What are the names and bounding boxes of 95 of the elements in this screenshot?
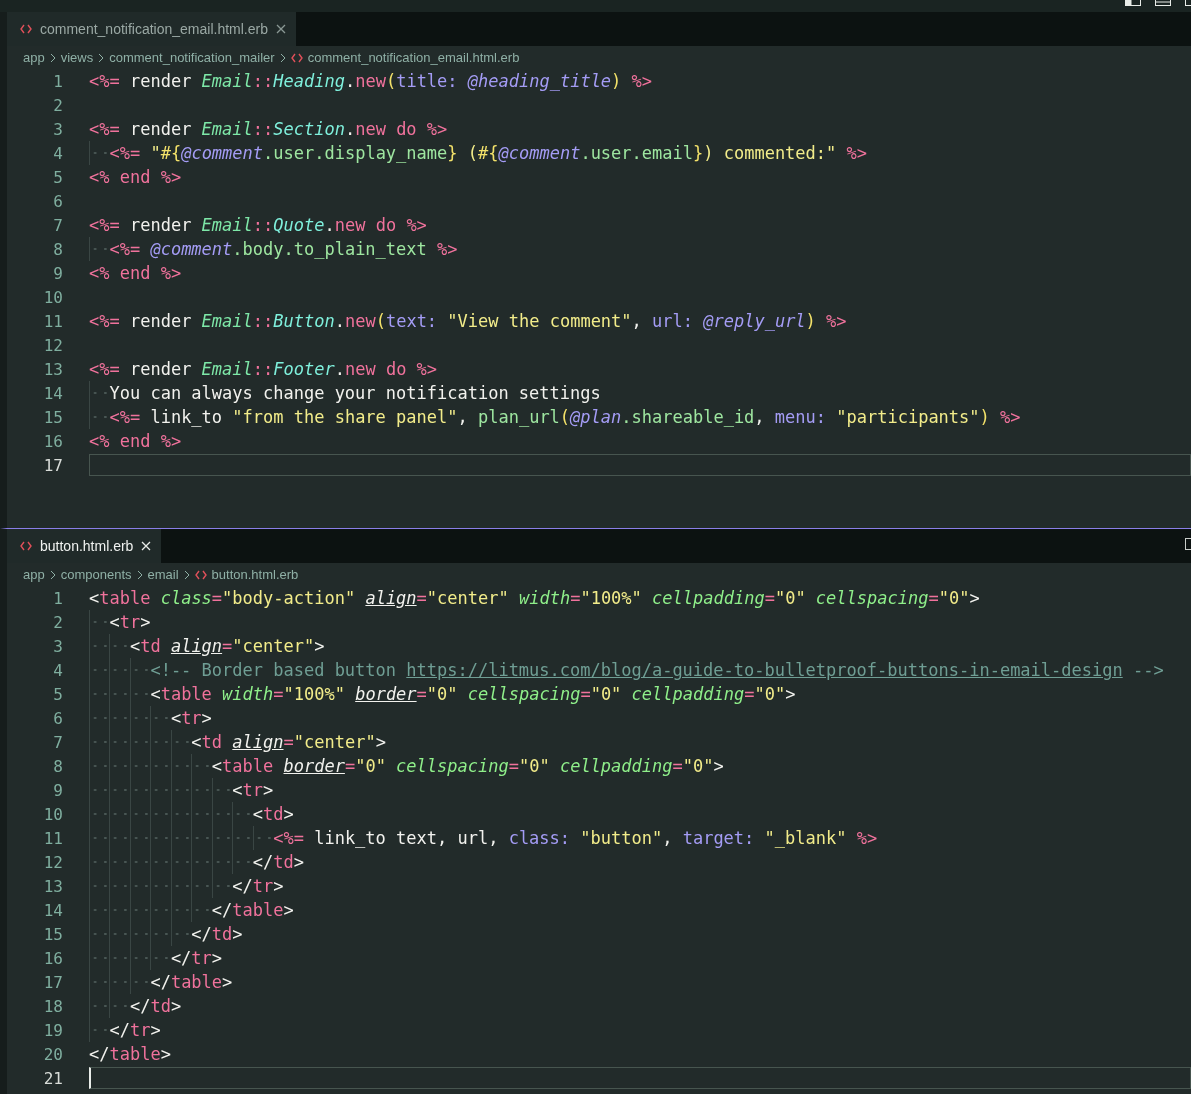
code-icon <box>20 541 32 551</box>
line-number: 4 <box>52 143 63 163</box>
chevron-icon <box>183 569 190 580</box>
code-line: </td> <box>252 851 304 874</box>
code-line: <%= link_to "from the share panel", plan_url(@plan.shareable_id, menu: "participants") %> <box>109 406 1021 429</box>
code-line: <%= @comment.body.to_plain_text %> <box>109 238 458 261</box>
line-number: 17 <box>42 972 63 992</box>
line-number: 14 <box>42 383 63 403</box>
line-number: 7 <box>52 215 63 235</box>
line-number: 15 <box>42 407 63 427</box>
code-line: <td align="center"> <box>191 731 386 754</box>
line-number: 13 <box>42 876 63 896</box>
code-icon <box>194 569 207 580</box>
line-number: 6 <box>52 708 63 728</box>
breadcrumb-item[interactable]: button.html.erb <box>211 567 299 582</box>
line-number: 10 <box>42 804 63 824</box>
line-number: 1 <box>52 588 63 608</box>
code-line: <table class="body-action" align="center" width="100%" cellpadding="0" cellspacing="0"> <box>89 587 980 610</box>
code-line: You can always change your notification settings <box>109 382 601 405</box>
code-line: <%= render Email::Quote.new do %> <box>89 214 427 237</box>
line-number: 15 <box>42 924 63 944</box>
code-line: <%= render Email::Heading.new(title: @heading_title) %> <box>89 70 653 93</box>
code-line: <% end %> <box>89 262 182 285</box>
line-number: 13 <box>42 359 63 379</box>
line-number: 8 <box>52 239 63 259</box>
code-line: <% end %> <box>89 430 182 453</box>
code-line: <!-- Border based button https://litmus.com/blog/a-guide-to-bulletproof-buttons-in-email-design --> <box>150 659 1164 682</box>
line-number: 3 <box>52 636 63 656</box>
line-number: 17 <box>42 455 63 475</box>
breadcrumb-item[interactable]: app <box>23 567 45 582</box>
code-line: <%= link_to text, url, class: "button", target: "_blank" %> <box>273 827 878 850</box>
code-icon <box>20 24 32 34</box>
layout-icon[interactable] <box>1185 0 1191 6</box>
code-line: </td> <box>129 995 182 1018</box>
code-line: </td> <box>191 923 243 946</box>
code-line: <tr> <box>232 779 274 802</box>
breadcrumb-item[interactable]: app <box>23 50 45 65</box>
code-line: <tr> <box>109 611 151 634</box>
line-number: 21 <box>42 1068 63 1088</box>
layout-icon[interactable] <box>1155 0 1171 6</box>
layout-icon[interactable] <box>1125 0 1141 6</box>
line-number: 4 <box>52 660 63 680</box>
breadcrumb-item[interactable]: components <box>60 567 132 582</box>
chevron-icon <box>136 569 143 580</box>
file-tab[interactable]: button.html.erb <box>7 529 162 563</box>
line-number: 11 <box>42 311 63 331</box>
line-number: 1 <box>52 71 63 91</box>
breadcrumb-item[interactable]: comment_notification_email.html.erb <box>307 50 520 65</box>
line-number: 12 <box>42 335 63 355</box>
chevron-icon <box>98 52 105 63</box>
line-number: 7 <box>52 732 63 752</box>
code-line: <table border="0" cellspacing="0" cellpadding="0"> <box>211 755 724 778</box>
line-number: 9 <box>52 780 63 800</box>
line-number: 8 <box>52 756 63 776</box>
code-line: <%= "#{@comment.user.display_name} (#{@comment.user.email}) commented:" %> <box>109 142 867 165</box>
line-number: 11 <box>42 828 63 848</box>
code-line: </tr> <box>109 1019 161 1042</box>
code-line: <%= render Email::Button.new(text: "View the comment", url: @reply_url) %> <box>89 310 847 333</box>
code-line: </tr> <box>232 875 284 898</box>
line-number: 20 <box>42 1044 63 1064</box>
chevron-icon <box>49 52 56 63</box>
code-line: </tr> <box>170 947 223 970</box>
line-number: 6 <box>52 191 63 211</box>
code-line: <table width="100%" border="0" cellspacing="0" cellpadding="0"> <box>150 683 796 706</box>
breadcrumb-item[interactable]: views <box>60 50 94 65</box>
indent-guide <box>89 682 151 706</box>
line-number: 12 <box>42 852 63 872</box>
line-number: 14 <box>42 900 63 920</box>
line-number: 16 <box>42 948 63 968</box>
line-number: 2 <box>52 612 63 632</box>
code-icon <box>290 52 303 63</box>
code-line: <td align="center"> <box>129 635 325 658</box>
code-line: </table> <box>150 971 233 994</box>
code-line: </table> <box>89 1043 171 1066</box>
line-number: 10 <box>42 287 63 307</box>
line-number: 3 <box>52 119 63 139</box>
file-tab[interactable]: comment_notification_email.html.erb <box>7 12 296 46</box>
breadcrumb-item[interactable]: comment_notification_mailer <box>109 50 275 65</box>
line-number: 18 <box>42 996 63 1016</box>
code-line: <td> <box>252 803 294 826</box>
line-number: 19 <box>42 1020 63 1040</box>
code-line: <%= render Email::Footer.new do %> <box>89 358 438 381</box>
code-line: <%= render Email::Section.new do %> <box>89 118 448 141</box>
chevron-icon <box>279 52 286 63</box>
line-number: 2 <box>52 95 63 115</box>
line-number: 5 <box>52 167 63 187</box>
line-number: 16 <box>42 431 63 451</box>
line-number: 5 <box>52 684 63 704</box>
code-line: <tr> <box>170 707 212 730</box>
chevron-icon <box>49 569 56 580</box>
close-icon[interactable] <box>276 24 286 34</box>
line-number: 9 <box>52 263 63 283</box>
code-line: <% end %> <box>89 166 182 189</box>
breadcrumb-item[interactable]: email <box>147 567 179 582</box>
code-line: </table> <box>211 899 294 922</box>
